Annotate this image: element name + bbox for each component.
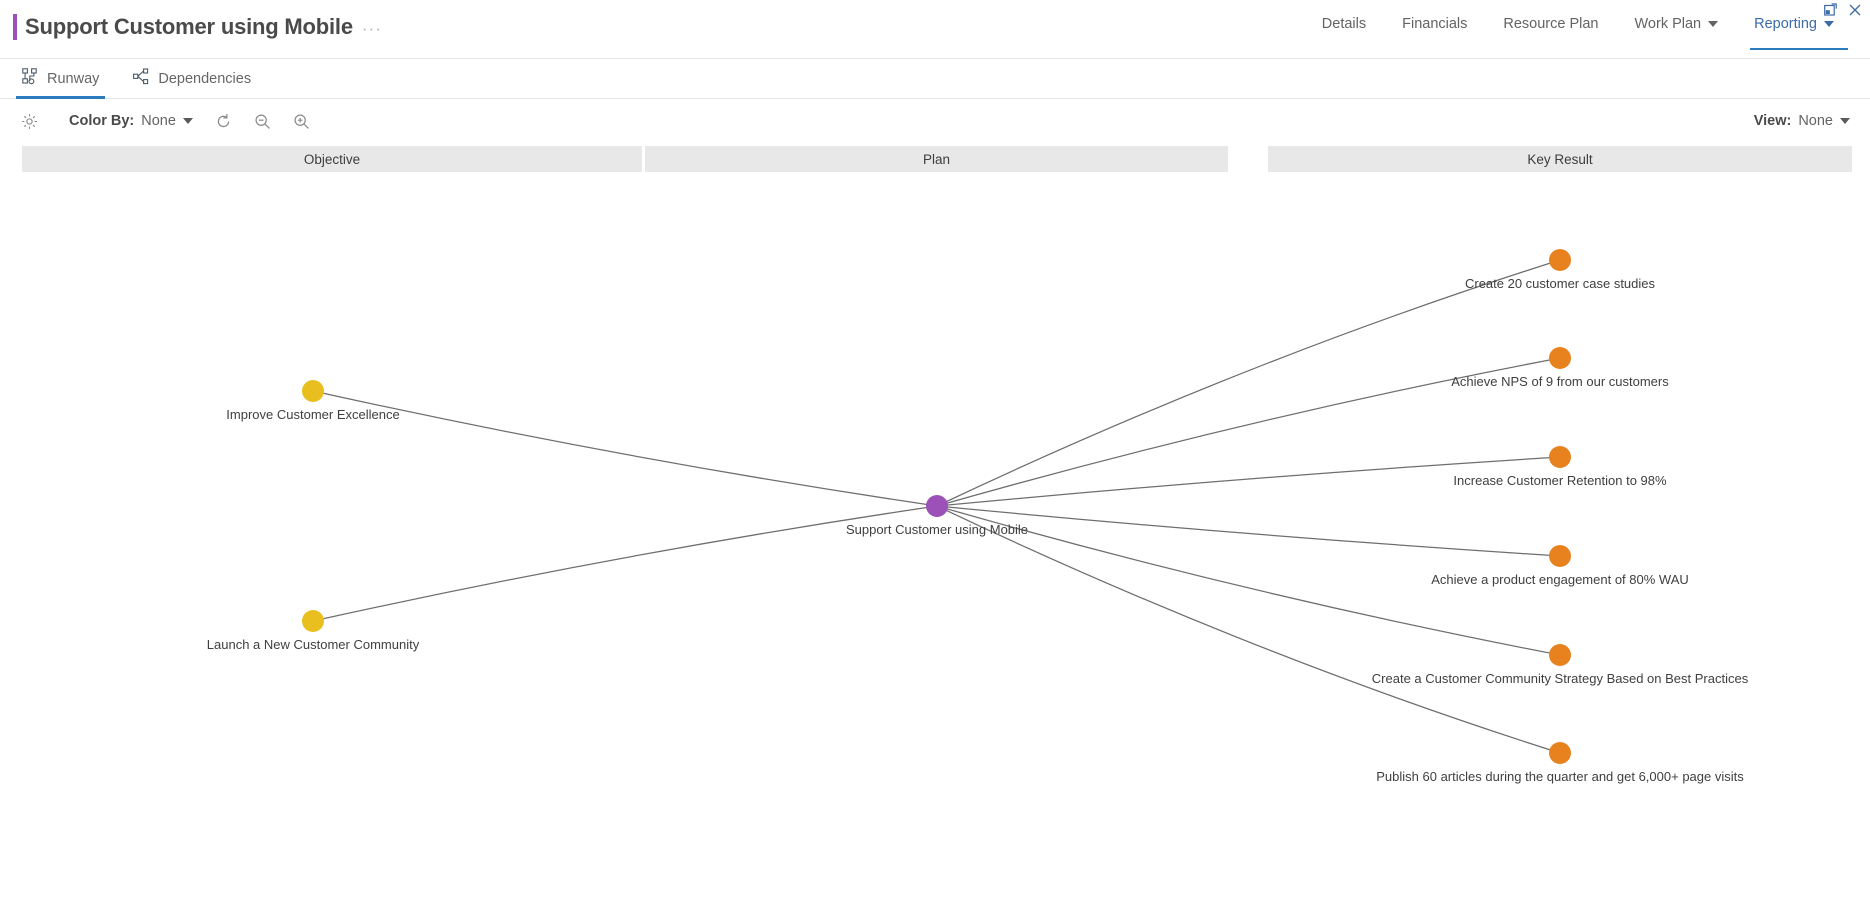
- page-header: Support Customer using Mobile ··· Detail…: [0, 0, 1870, 59]
- gear-icon[interactable]: [14, 106, 44, 136]
- view-value: None: [1798, 113, 1833, 129]
- popout-icon[interactable]: [1823, 2, 1838, 17]
- view-dropdown[interactable]: View: None: [1754, 113, 1850, 129]
- nav-item-work-plan[interactable]: Work Plan: [1617, 16, 1737, 50]
- runway-graph-canvas[interactable]: Improve Customer Excellence Launch a New …: [0, 172, 1870, 910]
- close-icon[interactable]: [1847, 2, 1862, 17]
- tab-label: Dependencies: [158, 70, 252, 87]
- zoom-in-icon[interactable]: [287, 106, 317, 136]
- chevron-down-icon: [1824, 21, 1834, 27]
- zoom-out-icon[interactable]: [248, 106, 278, 136]
- graph-node-objective[interactable]: [302, 380, 324, 402]
- graph-node-key_result[interactable]: [1549, 446, 1571, 468]
- graph-node-key_result[interactable]: [1549, 347, 1571, 369]
- column-header-key-result: Key Result: [1268, 146, 1852, 172]
- graph-edge: [312, 390, 938, 507]
- column-header-objective: Objective: [22, 146, 642, 172]
- graph-toolbar: Color By: None View: None: [0, 100, 1870, 142]
- view-label: View:: [1753, 113, 1792, 129]
- color-by-value: None: [141, 113, 176, 129]
- graph-edge: [936, 259, 1561, 507]
- runway-icon: [22, 68, 39, 89]
- graph-edge: [936, 505, 1561, 656]
- color-by-dropdown[interactable]: Color By: None: [69, 113, 193, 129]
- nav-item-reporting[interactable]: Reporting: [1736, 16, 1852, 50]
- title-accent-bar: [13, 14, 17, 40]
- nav-label: Financials: [1402, 16, 1468, 32]
- nav-label: Work Plan: [1634, 16, 1702, 32]
- top-navigation: Details Financials Resource Plan Work Pl…: [1304, 16, 1852, 50]
- graph-node-key_result[interactable]: [1549, 249, 1571, 271]
- graph-node-objective[interactable]: [302, 610, 324, 632]
- graph-node-key_result[interactable]: [1549, 545, 1571, 567]
- title-more-options-button[interactable]: ···: [362, 20, 382, 40]
- nav-label: Resource Plan: [1503, 16, 1599, 32]
- page-title: Support Customer using Mobile: [25, 14, 353, 39]
- subtab-bar: Runway Dependencies: [0, 59, 1870, 99]
- graph-edge: [936, 456, 1561, 507]
- title-wrap: Support Customer using Mobile ···: [13, 14, 382, 40]
- tab-dependencies[interactable]: Dependencies: [127, 59, 257, 99]
- graph-edge: [936, 505, 1561, 557]
- graph-svg: [302, 249, 1571, 764]
- dependencies-icon: [133, 68, 150, 89]
- column-label: Key Result: [1527, 151, 1593, 167]
- chevron-down-icon: [182, 118, 193, 124]
- graph-edge: [936, 357, 1561, 507]
- color-by-label: Color By:: [69, 113, 135, 129]
- chevron-down-icon: [1840, 118, 1850, 124]
- chevron-down-icon: [1708, 21, 1719, 27]
- column-header-plan: Plan: [645, 146, 1228, 172]
- graph-edge: [312, 505, 938, 622]
- graph-node-plan[interactable]: [926, 495, 948, 517]
- nav-label: Details: [1321, 16, 1367, 32]
- graph-node-key_result[interactable]: [1549, 742, 1571, 764]
- nav-item-resource-plan[interactable]: Resource Plan: [1485, 16, 1616, 50]
- refresh-icon[interactable]: [209, 106, 239, 136]
- tab-runway[interactable]: Runway: [16, 59, 106, 99]
- nav-item-financials[interactable]: Financials: [1384, 16, 1485, 50]
- column-label: Objective: [303, 151, 361, 167]
- window-controls: [1823, 2, 1862, 17]
- app-root: Support Customer using Mobile ··· Detail…: [0, 0, 1870, 910]
- column-headers: Objective Plan Key Result: [0, 146, 1870, 172]
- graph-node-key_result[interactable]: [1549, 644, 1571, 666]
- nav-item-details[interactable]: Details: [1304, 16, 1384, 50]
- graph-edge: [936, 505, 1561, 754]
- column-label: Plan: [922, 151, 951, 167]
- tab-label: Runway: [47, 70, 100, 87]
- nav-label: Reporting: [1754, 16, 1817, 32]
